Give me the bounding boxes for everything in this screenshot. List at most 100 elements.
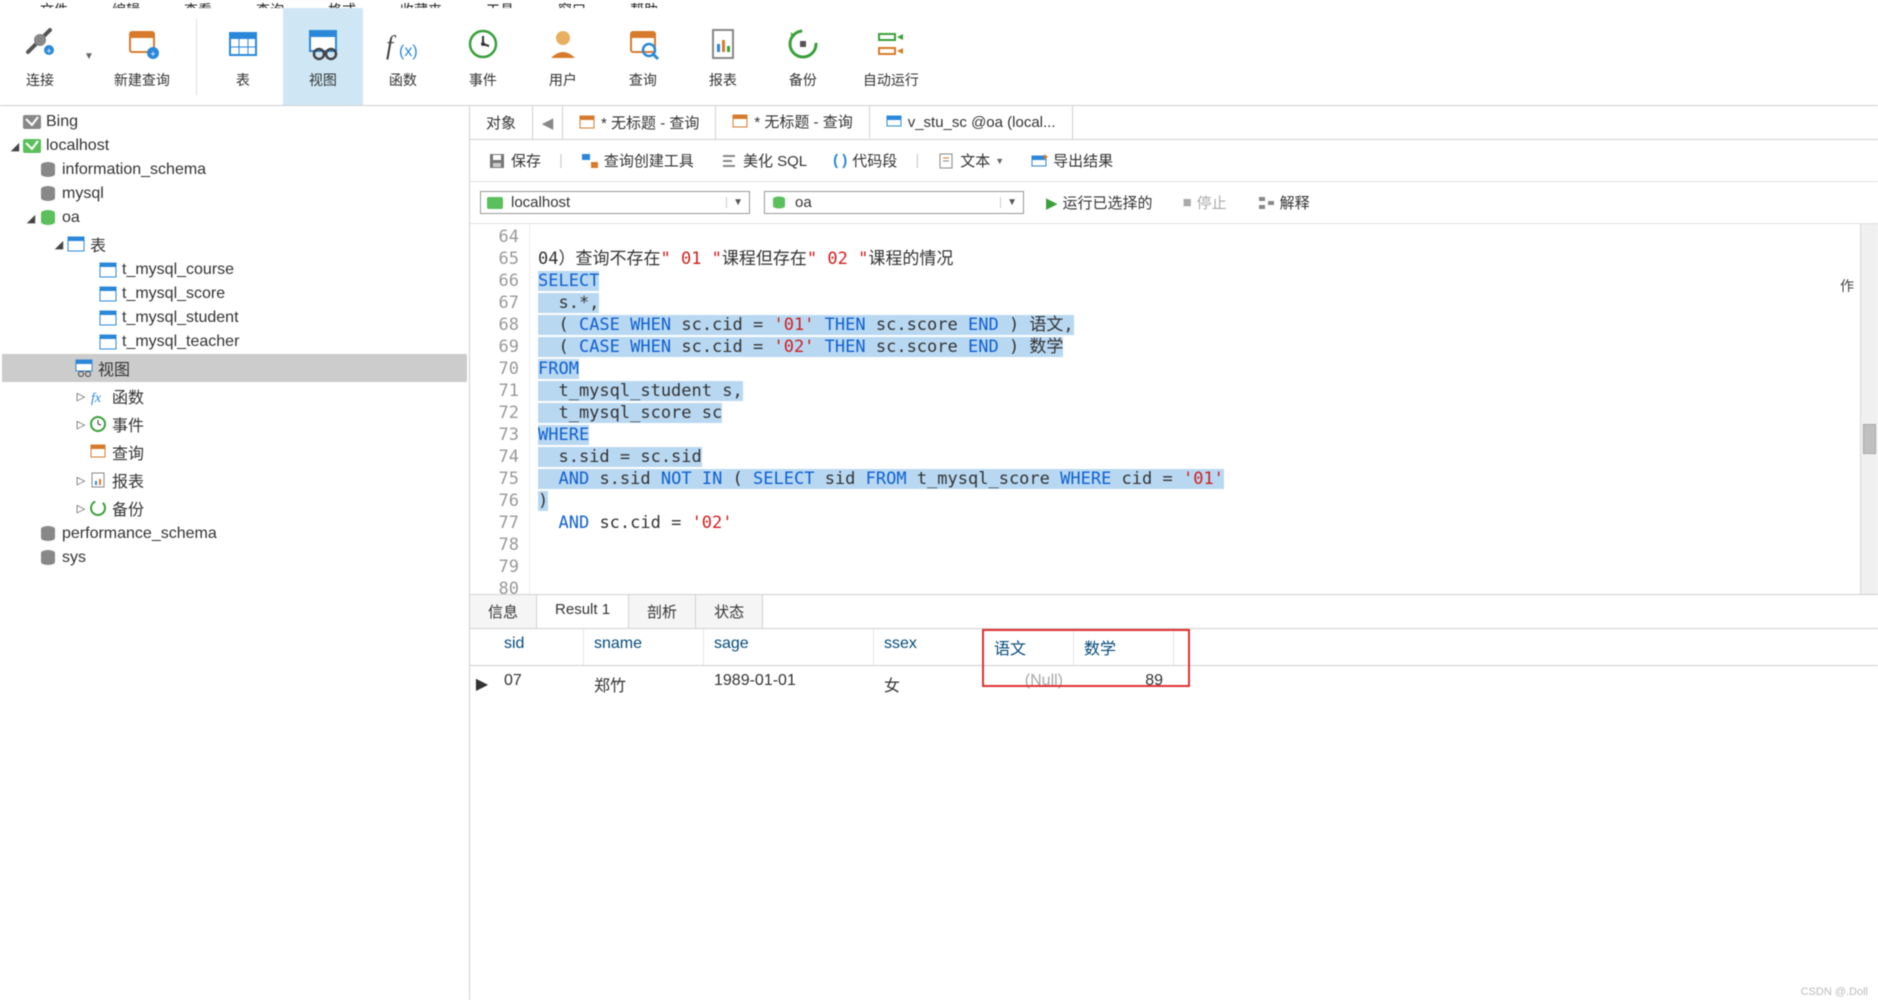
cell[interactable]: 1989-01-01 bbox=[704, 666, 874, 702]
tree-reports-group[interactable]: ▷报表 bbox=[2, 466, 467, 494]
chevron-down-icon[interactable]: ▼ bbox=[84, 51, 94, 62]
rtab-info[interactable]: 信息 bbox=[470, 595, 537, 628]
rtab-analyze[interactable]: 剖析 bbox=[629, 595, 696, 628]
database-icon bbox=[38, 208, 58, 228]
cell[interactable]: 郑竹 bbox=[584, 666, 704, 702]
svg-text:fx: fx bbox=[91, 391, 102, 405]
tree-table-item[interactable]: t_mysql_course bbox=[2, 258, 467, 282]
text-button[interactable]: 文本▼ bbox=[929, 146, 1012, 175]
tree-db-sys[interactable]: sys bbox=[2, 546, 467, 570]
database-icon bbox=[771, 195, 787, 211]
menu-format[interactable]: 格式 bbox=[328, 0, 356, 8]
menu-view[interactable]: 查看 bbox=[184, 0, 212, 8]
tree-db-oa[interactable]: ◢oa bbox=[2, 206, 467, 230]
database-icon bbox=[38, 548, 58, 568]
label: 美化 SQL bbox=[743, 150, 807, 171]
tree-functions-group[interactable]: ▷fx函数 bbox=[2, 382, 467, 410]
col-sage[interactable]: sage bbox=[704, 629, 874, 665]
rtab-status[interactable]: 状态 bbox=[696, 595, 763, 628]
query-button[interactable]: 查询 bbox=[603, 8, 683, 105]
result-tabs: 信息 Result 1 剖析 状态 bbox=[470, 594, 1878, 629]
tree-db-mysql[interactable]: mysql bbox=[2, 182, 467, 206]
save-button[interactable]: 保存 bbox=[480, 146, 549, 175]
stop-icon: ■ bbox=[1183, 194, 1192, 211]
menu-tools[interactable]: 工具 bbox=[486, 0, 514, 8]
function-button[interactable]: f(x) 函数 bbox=[363, 8, 443, 105]
new-query-icon: + bbox=[122, 24, 162, 64]
cell[interactable]: (Null) bbox=[984, 666, 1074, 702]
tab-query-1[interactable]: * 无标题 - 查询 bbox=[563, 106, 716, 139]
cell[interactable]: 07 bbox=[494, 666, 584, 702]
tree-table-item[interactable]: t_mysql_student bbox=[2, 306, 467, 330]
play-icon: ▶ bbox=[1046, 194, 1058, 212]
tree-label: mysql bbox=[62, 185, 104, 203]
report-button[interactable]: 报表 bbox=[683, 8, 763, 105]
export-button[interactable]: 导出结果 bbox=[1022, 146, 1121, 175]
backup-button[interactable]: 备份 bbox=[763, 8, 843, 105]
sql-editor[interactable]: 64 65 66 67 68 69 70 71 72 73 74 75 76 7… bbox=[470, 224, 1878, 594]
database-select[interactable]: oa▼ bbox=[764, 191, 1024, 214]
result-grid[interactable]: sid sname sage ssex 语文 数学 ▶ 07 郑竹 1989-0… bbox=[470, 629, 1878, 702]
col-chinese[interactable]: 语文 bbox=[984, 629, 1074, 665]
vertical-scrollbar[interactable] bbox=[1860, 224, 1878, 594]
tree-label: 视图 bbox=[98, 356, 130, 380]
chevron-down-icon: ▼ bbox=[1000, 197, 1017, 208]
tab-view-stusc[interactable]: v_stu_sc @oa (local... bbox=[870, 106, 1073, 139]
tree-table-item[interactable]: t_mysql_teacher bbox=[2, 330, 467, 354]
tree-db-infoschema[interactable]: information_schema bbox=[2, 158, 467, 182]
tree-conn-bing[interactable]: Bing bbox=[2, 110, 467, 134]
table-row[interactable]: ▶ 07 郑竹 1989-01-01 女 (Null) 89 bbox=[470, 666, 1878, 702]
cell[interactable]: 89 bbox=[1074, 666, 1174, 702]
connect-button[interactable]: + 连接 bbox=[0, 8, 80, 105]
connection-tree[interactable]: Bing ◢localhost information_schema mysql… bbox=[0, 106, 470, 1000]
chevron-down-icon: ▼ bbox=[726, 197, 743, 208]
tree-events-group[interactable]: ▷事件 bbox=[2, 410, 467, 438]
tab-prev-button[interactable]: ◀ bbox=[533, 106, 563, 139]
editor-content[interactable]: 04）查询不存在" 01 "课程但存在" 02 "课程的情况 SELECT s.… bbox=[530, 224, 1878, 594]
stop-button[interactable]: ■停止 bbox=[1175, 188, 1235, 217]
col-sname[interactable]: sname bbox=[584, 629, 704, 665]
menu-query[interactable]: 查询 bbox=[256, 0, 284, 8]
auto-button[interactable]: 自动运行 bbox=[843, 8, 939, 105]
builder-button[interactable]: 查询创建工具 bbox=[573, 146, 702, 175]
menu-window[interactable]: 窗口 bbox=[558, 0, 586, 8]
tree-conn-localhost[interactable]: ◢localhost bbox=[2, 134, 467, 158]
tree-queries-group[interactable]: 查询 bbox=[2, 438, 467, 466]
tree-views-group[interactable]: 视图 bbox=[2, 354, 467, 382]
tree-table-item[interactable]: t_mysql_score bbox=[2, 282, 467, 306]
connection-select[interactable]: localhost ▼ bbox=[480, 191, 750, 214]
cell[interactable]: 女 bbox=[874, 666, 984, 702]
table-button[interactable]: 表 bbox=[203, 8, 283, 105]
tab-label: 对象 bbox=[486, 112, 516, 133]
beautify-button[interactable]: 美化 SQL bbox=[712, 146, 815, 175]
tree-tables-group[interactable]: ◢表 bbox=[2, 230, 467, 258]
label: 查询创建工具 bbox=[604, 150, 694, 171]
tree-db-perfschema[interactable]: performance_schema bbox=[2, 522, 467, 546]
tree-backup-group[interactable]: ▷备份 bbox=[2, 494, 467, 522]
value: localhost bbox=[511, 194, 570, 211]
scroll-thumb[interactable] bbox=[1863, 424, 1876, 454]
explain-button[interactable]: 解释 bbox=[1249, 188, 1318, 217]
menu-fav[interactable]: 收藏夹 bbox=[400, 0, 442, 8]
snippet-button[interactable]: ( )代码段 bbox=[825, 146, 905, 175]
view-button[interactable]: 视图 bbox=[283, 8, 363, 105]
menu-edit[interactable]: 编辑 bbox=[112, 0, 140, 8]
user-button[interactable]: 用户 bbox=[523, 8, 603, 105]
col-sid[interactable]: sid bbox=[494, 629, 584, 665]
query-label: 查询 bbox=[629, 70, 657, 90]
tab-objects[interactable]: 对象 bbox=[470, 106, 533, 139]
event-button[interactable]: 事件 bbox=[443, 8, 523, 105]
menu-file[interactable]: 文件 bbox=[40, 0, 68, 8]
tree-label: 报表 bbox=[112, 468, 144, 492]
rtab-result1[interactable]: Result 1 bbox=[537, 595, 629, 628]
menu-help[interactable]: 帮助 bbox=[630, 0, 658, 8]
tree-label: 查询 bbox=[112, 440, 144, 464]
col-math[interactable]: 数学 bbox=[1074, 629, 1174, 665]
line-gutter: 64 65 66 67 68 69 70 71 72 73 74 75 76 7… bbox=[470, 224, 530, 594]
query-toolbar: 保存 | 查询创建工具 美化 SQL ( )代码段 | 文本▼ 导出结果 bbox=[470, 140, 1878, 182]
col-ssex[interactable]: ssex bbox=[874, 629, 984, 665]
tab-query-2[interactable]: * 无标题 - 查询 bbox=[716, 106, 869, 139]
run-button[interactable]: ▶运行已选择的 bbox=[1038, 188, 1161, 217]
new-query-button[interactable]: + 新建查询 bbox=[94, 8, 190, 105]
tree-label: performance_schema bbox=[62, 525, 217, 543]
